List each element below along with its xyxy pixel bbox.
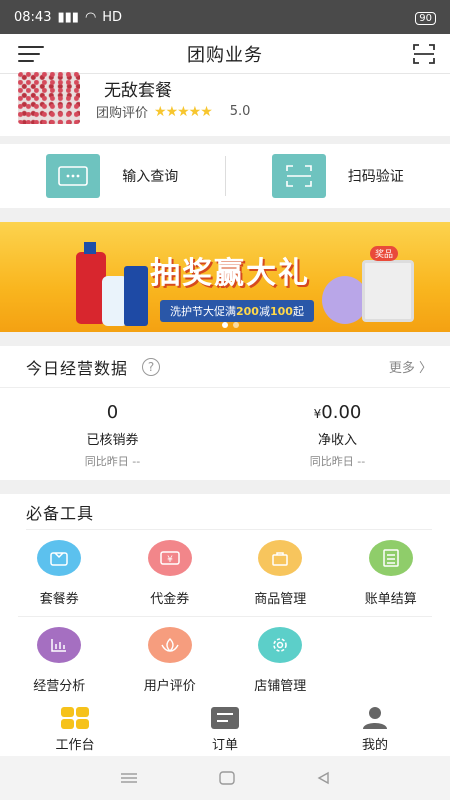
stat-redeemed[interactable]: 0 已核销券 同比昨日 -- bbox=[0, 388, 225, 480]
input-query-button[interactable]: 输入查询 bbox=[0, 144, 225, 208]
tools-section: 必备工具 套餐券 ¥ 代金券 商品管理 账单结算 经营分析 用户评价 店铺管理 bbox=[0, 494, 450, 704]
wifi-icon: ◠ bbox=[84, 9, 97, 25]
section-title: 今日经营数据 bbox=[26, 358, 129, 378]
gear-icon bbox=[258, 627, 303, 663]
more-link[interactable]: 更多 〉 bbox=[389, 357, 432, 376]
scan-verify-label: 扫码验证 bbox=[347, 169, 404, 185]
stat-label: 净收入 bbox=[317, 433, 357, 448]
scan-icon bbox=[271, 154, 326, 198]
package-name: 无敌套餐 bbox=[104, 81, 172, 101]
battery-icon: 90 bbox=[415, 11, 436, 25]
voucher-icon: ¥ bbox=[147, 540, 192, 576]
keyboard-icon bbox=[46, 154, 101, 198]
tab-label: 我的 bbox=[361, 738, 388, 753]
status-bar: 08:43 ▮▮▮ ◠ HD 90 bbox=[0, 0, 450, 34]
bar-chart-icon bbox=[37, 627, 82, 663]
menu-nav-icon[interactable] bbox=[120, 772, 138, 784]
clock: 08:43 bbox=[14, 9, 52, 25]
tablet-image bbox=[362, 260, 414, 322]
tool-voucher[interactable]: ¥ 代金券 bbox=[115, 530, 226, 616]
carousel-dot[interactable] bbox=[233, 322, 239, 328]
banner-headline: 抽奖赢大礼 bbox=[150, 256, 310, 291]
tool-store[interactable]: 店铺管理 bbox=[225, 617, 336, 703]
home-nav-icon[interactable] bbox=[219, 771, 235, 785]
workbench-icon bbox=[60, 707, 89, 729]
order-icon bbox=[210, 707, 239, 729]
tool-reviews[interactable]: 用户评价 bbox=[115, 617, 226, 703]
stat-net-income[interactable]: ¥0.00 净收入 同比昨日 -- bbox=[225, 388, 450, 480]
stat-compare: 同比昨日 -- bbox=[309, 455, 366, 468]
system-nav-bar bbox=[0, 756, 450, 800]
today-business-section: 今日经营数据 ? 更多 〉 0 已核销券 同比昨日 -- ¥0.00 净收入 同… bbox=[0, 346, 450, 480]
package-card[interactable]: 无敌套餐 团购评价 ★★★★★ 5.0 bbox=[0, 72, 450, 136]
banner-promo: 洗护节大促满200减100起 bbox=[160, 300, 314, 322]
rating-label: 团购评价 bbox=[96, 106, 149, 121]
tool-label: 套餐券 bbox=[39, 592, 79, 607]
menu-icon[interactable] bbox=[18, 46, 44, 62]
help-icon[interactable]: ? bbox=[142, 357, 161, 376]
signal-icon: ▮▮▮ bbox=[57, 9, 79, 25]
tab-label: 工作台 bbox=[55, 738, 95, 753]
tool-label: 代金券 bbox=[150, 592, 190, 607]
package-thumbnail bbox=[18, 72, 80, 124]
carousel-dot[interactable] bbox=[222, 322, 228, 328]
star-rating-icon: ★★★★★ bbox=[154, 103, 213, 120]
section-title: 必备工具 bbox=[26, 494, 432, 530]
tool-analysis[interactable]: 经营分析 bbox=[4, 617, 115, 703]
tool-goods[interactable]: 商品管理 bbox=[225, 530, 336, 616]
scan-verify-button[interactable]: 扫码验证 bbox=[226, 144, 450, 208]
stat-compare: 同比昨日 -- bbox=[84, 455, 141, 468]
tool-label: 商品管理 bbox=[254, 592, 307, 607]
bottom-tab-bar: 工作台 订单 我的 bbox=[0, 704, 450, 756]
bag-icon bbox=[258, 540, 303, 576]
svg-text:¥: ¥ bbox=[167, 555, 173, 565]
tab-workbench[interactable]: 工作台 bbox=[0, 704, 150, 756]
input-query-label: 输入查询 bbox=[122, 169, 179, 185]
tool-billing[interactable]: 账单结算 bbox=[336, 530, 447, 616]
section-header: 今日经营数据 ? 更多 〉 bbox=[0, 346, 450, 388]
quick-actions: 输入查询 扫码验证 bbox=[0, 144, 450, 208]
tool-label: 用户评价 bbox=[143, 679, 196, 694]
network-type: HD bbox=[102, 9, 123, 25]
promo-banner[interactable]: 抽奖赢大礼 洗护节大促满200减100起 奖品 bbox=[0, 222, 450, 332]
tool-package-coupon[interactable]: 套餐券 bbox=[4, 530, 115, 616]
calculator-icon bbox=[368, 540, 413, 576]
title-bar: 团购业务 bbox=[0, 34, 450, 74]
lotus-icon bbox=[147, 627, 192, 663]
carousel-dots[interactable] bbox=[222, 322, 239, 328]
package-coupon-icon bbox=[37, 540, 82, 576]
prize-tag: 奖品 bbox=[370, 246, 399, 261]
tab-label: 订单 bbox=[211, 738, 238, 753]
profile-icon bbox=[362, 707, 387, 729]
back-nav-icon[interactable] bbox=[316, 771, 330, 785]
detergent-bottles-image bbox=[76, 242, 148, 326]
package-rating: 团购评价 ★★★★★ 5.0 bbox=[96, 102, 251, 122]
tool-label: 经营分析 bbox=[33, 679, 86, 694]
page-title: 团购业务 bbox=[187, 44, 263, 66]
stat-value: 0 bbox=[106, 402, 119, 423]
rating-score: 5.0 bbox=[229, 104, 251, 119]
scan-icon[interactable] bbox=[412, 42, 436, 66]
stat-label: 已核销券 bbox=[86, 433, 139, 448]
stat-value: 0.00 bbox=[321, 402, 362, 423]
tab-profile[interactable]: 我的 bbox=[300, 704, 450, 756]
tab-orders[interactable]: 订单 bbox=[150, 704, 300, 756]
tool-label: 店铺管理 bbox=[254, 679, 307, 694]
tool-label: 账单结算 bbox=[364, 592, 417, 607]
